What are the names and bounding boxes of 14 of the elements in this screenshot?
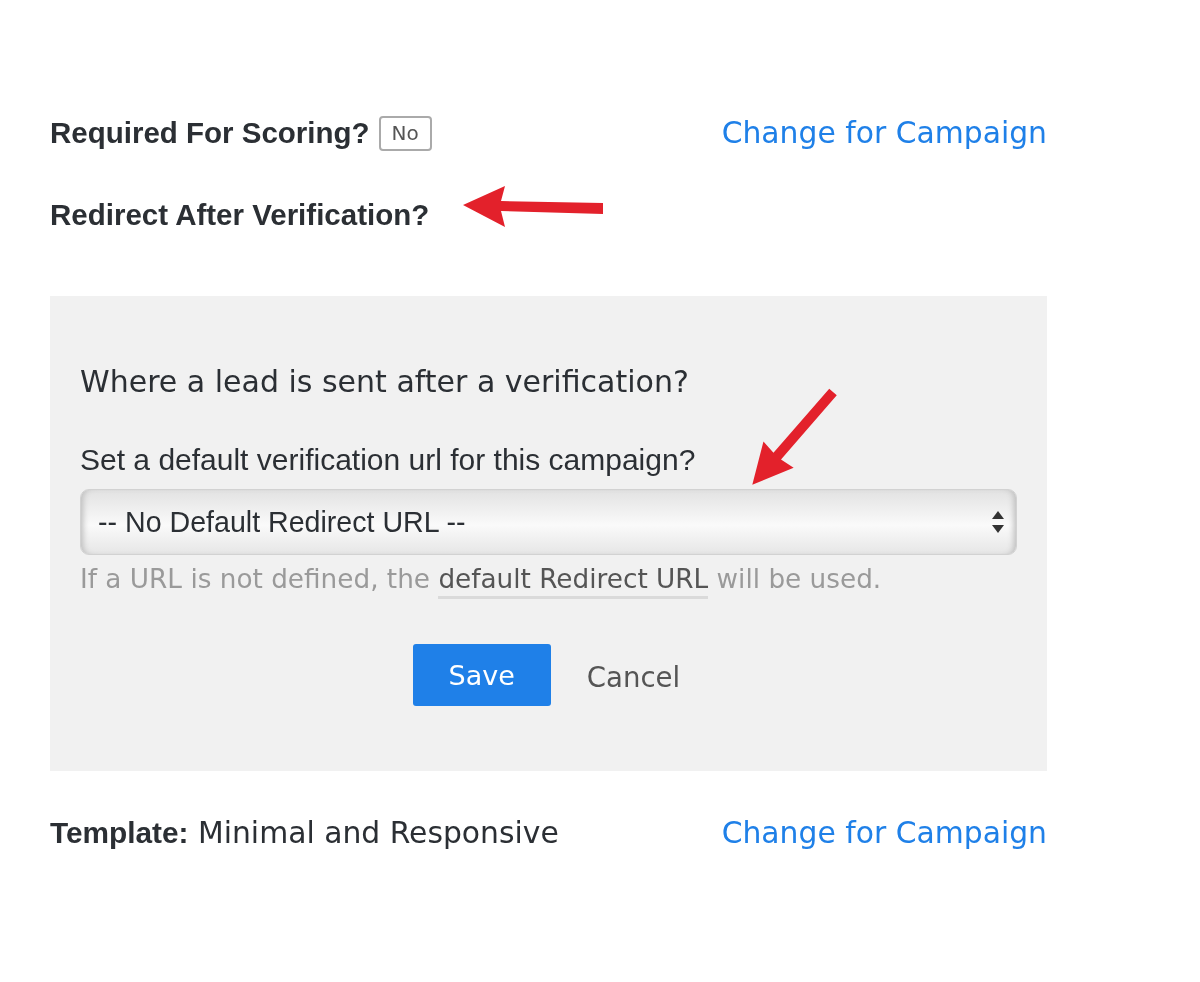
change-for-campaign-link[interactable]: Change for Campaign: [721, 115, 1047, 151]
change-for-campaign-link[interactable]: Change for Campaign: [721, 815, 1047, 851]
panel-question: Where a lead is sent after a verification?: [80, 363, 690, 401]
redirect-label: Redirect After Verification?: [50, 197, 430, 233]
answer-tag: No: [378, 115, 432, 151]
default-redirect-url-link[interactable]: default Redirect URL: [438, 564, 709, 599]
scoring-label: Required For Scoring?: [50, 115, 370, 151]
cancel-link[interactable]: Cancel: [586, 660, 681, 694]
save-button[interactable]: Save: [412, 644, 551, 706]
help-text: If a URL is not defined, the default Redirect URL will be used.: [80, 560, 1017, 598]
redirect-url-select[interactable]: -- No Default Redirect URL --: [80, 489, 1017, 555]
template-text: Template: Minimal and Responsive: [50, 815, 559, 851]
up-down-arrows-icon: [992, 511, 1004, 533]
select-label: Set a default verification url for this campaign?: [80, 442, 697, 478]
